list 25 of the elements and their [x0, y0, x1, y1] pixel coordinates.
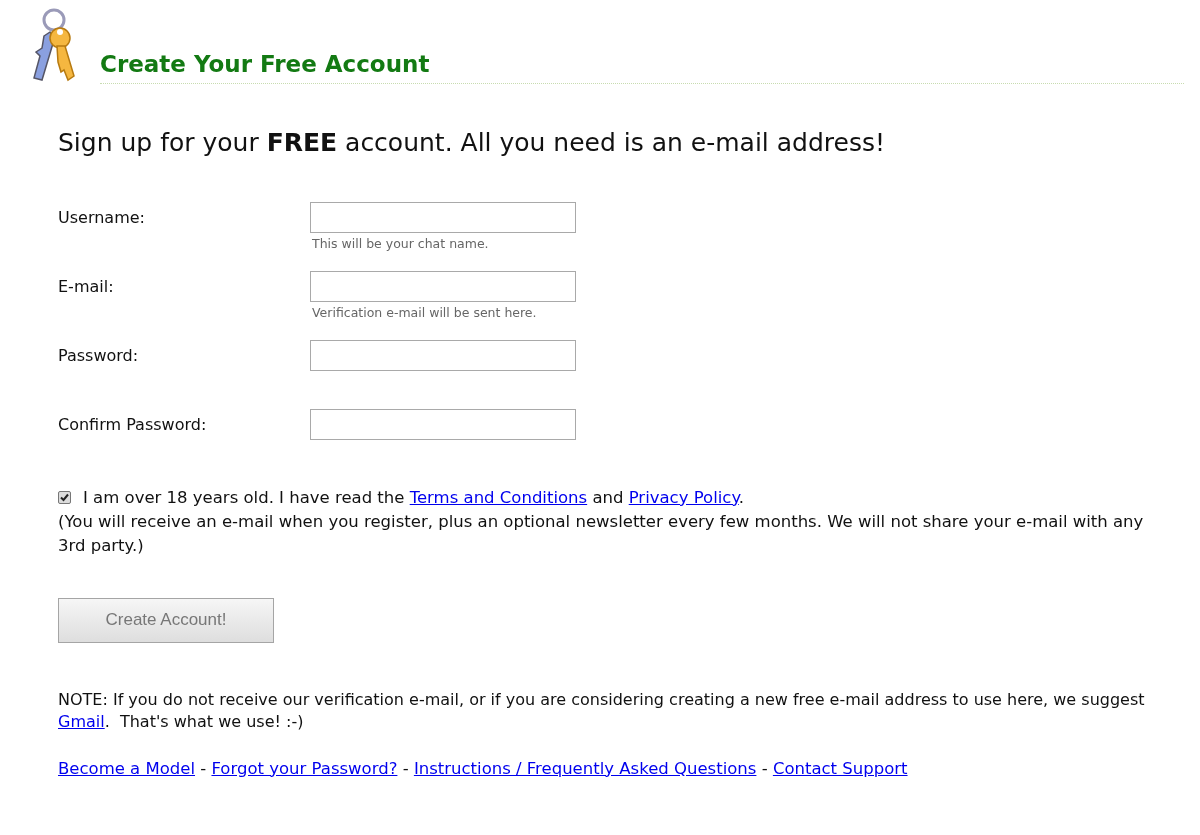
field-label: Confirm Password: — [58, 413, 208, 436]
field-label: Username: — [58, 206, 146, 229]
field-label: E-mail: — [58, 275, 115, 298]
text-link[interactable]: Contact Support — [772, 758, 908, 778]
text-link[interactable]: Forgot your Password? — [211, 758, 398, 778]
agreement-text: I am over 18 years old. I have read the Terms and Conditions and Privacy Policy. — [83, 486, 745, 509]
tagline: Sign up for your FREE account. All you need is an e-mail address! — [58, 127, 886, 159]
page-title: Create Your Free Account — [100, 49, 430, 79]
create-account-button[interactable]: Create Account! — [58, 597, 274, 643]
note-text: NOTE: If you do not receive our verification e-mail, or if you are considering creating a new free e-mail address to use here, we suggest Gmail. That's what we use! :-) — [58, 688, 1146, 733]
agreement-note: (You will receive an e-mail when you register, plus an optional newsletter every few months. We will not share your e-mail with any 3rd party.) — [58, 510, 1145, 557]
input-field[interactable] — [310, 339, 576, 371]
text-link[interactable]: Become a Model — [58, 758, 195, 778]
field-hint: Verification e-mail will be sent here. — [312, 303, 538, 322]
checkbox[interactable] — [58, 490, 71, 504]
input-field[interactable] — [310, 408, 576, 440]
field-label: Password: — [58, 344, 140, 367]
text-link[interactable]: Terms and Conditions — [409, 487, 588, 507]
input-field[interactable] — [310, 270, 576, 302]
field-hint: This will be your chat name. — [312, 234, 490, 253]
text-link[interactable]: Privacy Policy — [628, 487, 739, 507]
text-link[interactable]: Instructions / Frequently Asked Questions — [413, 758, 757, 778]
footer-links: Become a Model - Forgot your Password? - Instructions / Frequently Asked Questions - Contact Support — [58, 757, 909, 780]
text-link[interactable]: Gmail — [58, 711, 105, 731]
input-field[interactable] — [310, 201, 576, 233]
